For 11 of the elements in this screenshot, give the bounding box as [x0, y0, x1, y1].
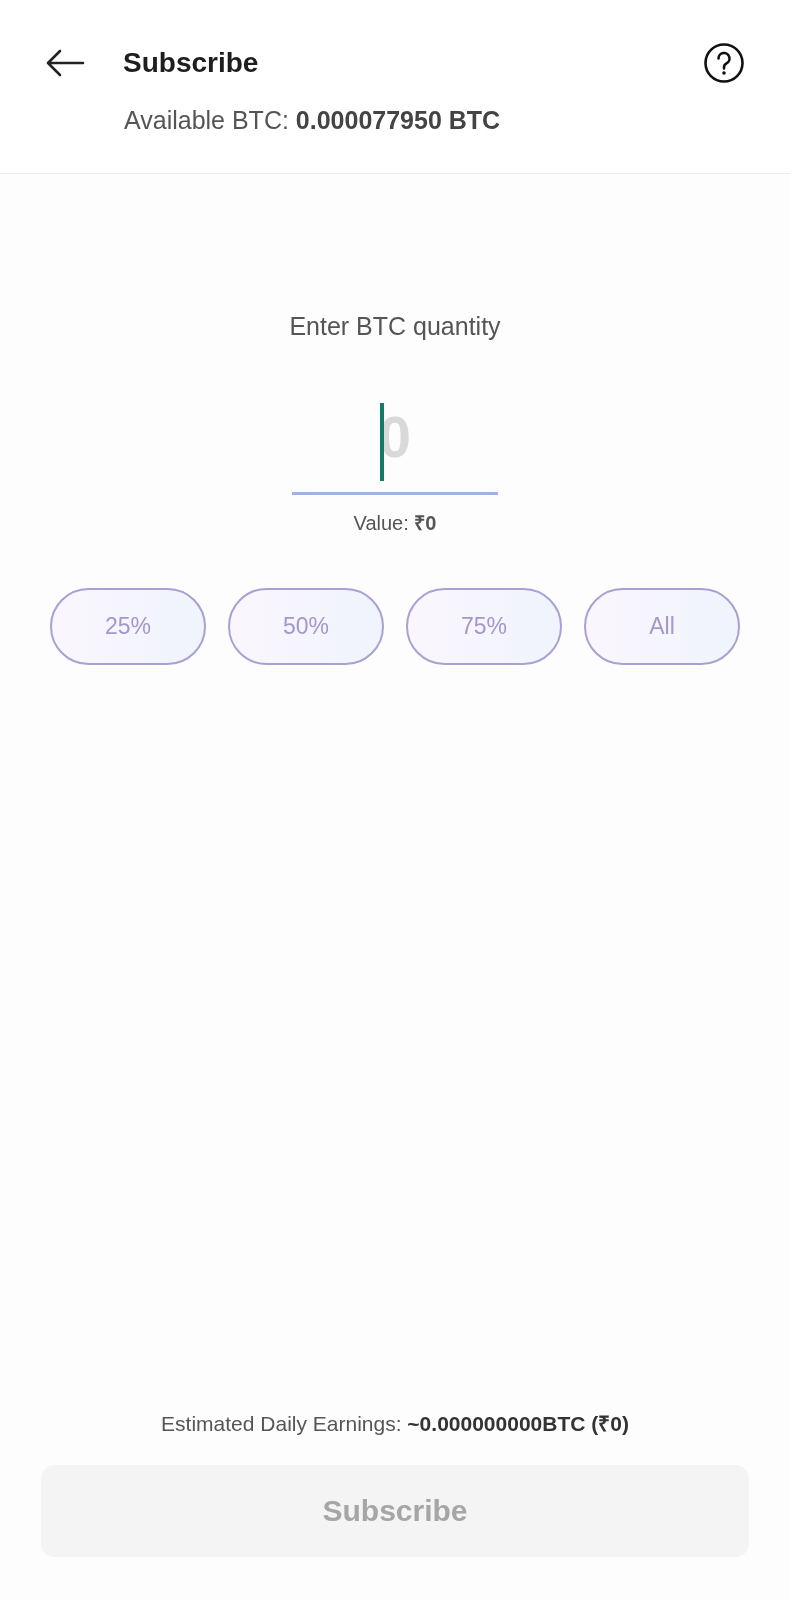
preset-button[interactable]: 25% — [50, 588, 206, 665]
preset-button[interactable]: 75% — [406, 588, 562, 665]
page-title: Subscribe — [123, 47, 260, 79]
help-icon[interactable] — [703, 42, 745, 84]
value-text: Value: ₹0 — [353, 511, 437, 536]
estimated-earnings: Estimated Daily Earnings: ~0.000000000BTC (₹0) — [161, 1411, 629, 1437]
quantity-label: Enter BTC quantity — [289, 312, 501, 341]
preset-button[interactable]: All — [584, 588, 740, 665]
available-balance: Available BTC: 0.000077950 BTC — [124, 106, 501, 135]
preset-button[interactable]: 50% — [228, 588, 384, 665]
back-arrow-icon[interactable] — [45, 49, 85, 77]
